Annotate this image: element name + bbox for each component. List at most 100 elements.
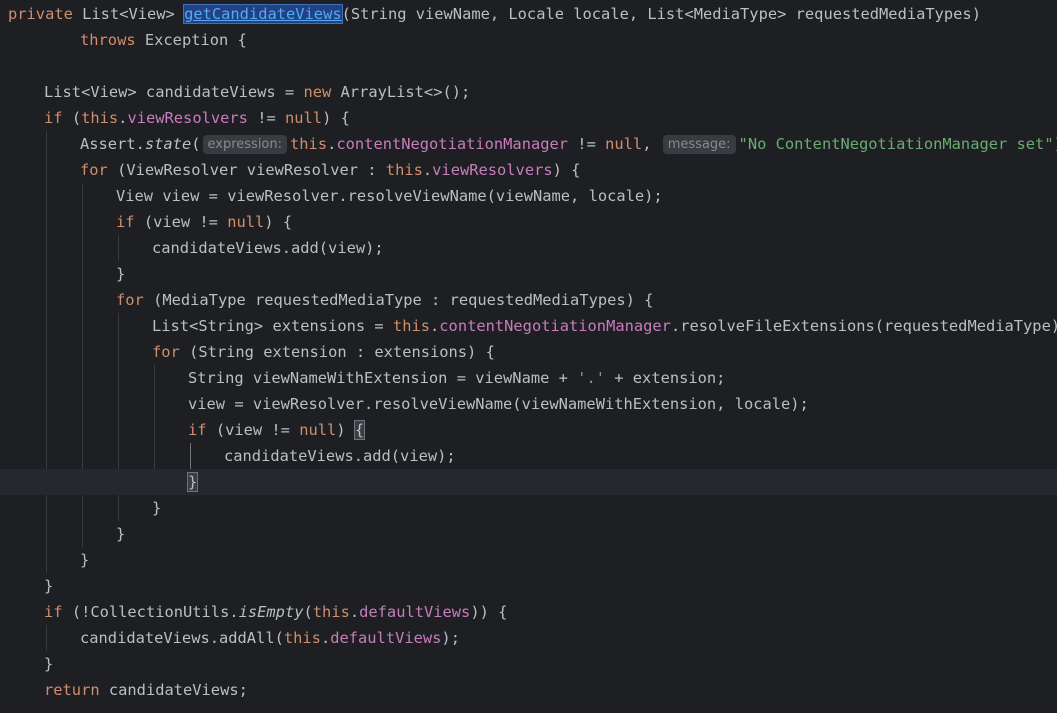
keyword[interactable]: for	[116, 291, 153, 309]
code-line[interactable]: }	[0, 651, 1057, 677]
code-line[interactable]: String viewNameWithExtension = viewName …	[0, 365, 1057, 391]
keyword[interactable]: null	[285, 109, 322, 127]
code-text[interactable]: ) {	[264, 213, 292, 231]
code-line[interactable]: candidateViews.addAll(this.defaultViews)…	[0, 625, 1057, 651]
keyword[interactable]: this	[313, 603, 350, 621]
keyword[interactable]: private	[8, 5, 82, 23]
static-method[interactable]: state	[145, 135, 191, 153]
keyword[interactable]: return	[44, 681, 109, 699]
code-text[interactable]: candidateViews.add(view);	[224, 447, 456, 465]
keyword[interactable]: this	[386, 161, 423, 179]
keyword[interactable]: if	[44, 109, 72, 127]
code-text[interactable]: view = viewResolver.resolveViewName(view…	[188, 395, 809, 413]
code-text[interactable]: }	[116, 265, 125, 283]
code-line[interactable]: }	[0, 495, 1057, 521]
code-text[interactable]: (ViewResolver viewResolver :	[117, 161, 386, 179]
code-text[interactable]: (view !=	[216, 421, 299, 439]
keyword[interactable]: new	[303, 83, 340, 101]
code-line[interactable]: private List<View> getCandidateViews(Str…	[0, 1, 1057, 27]
code-line[interactable]: Assert.state(expression: this.contentNego…	[0, 131, 1057, 157]
code-text[interactable]: Exception {	[145, 31, 247, 49]
code-text[interactable]: ) {	[322, 109, 350, 127]
keyword[interactable]: for	[152, 343, 189, 361]
code-text[interactable]: ,	[642, 135, 661, 153]
keyword[interactable]: this	[393, 317, 430, 335]
field-name[interactable]: viewResolvers	[127, 109, 247, 127]
code-text[interactable]: List<String> extensions =	[152, 317, 393, 335]
code-line[interactable]: if (!CollectionUtils.isEmpty(this.defaul…	[0, 599, 1057, 625]
field-name[interactable]: defaultViews	[330, 629, 441, 647]
matched-brace-open[interactable]: {	[353, 420, 366, 440]
code-line[interactable]: for (ViewResolver viewResolver : this.vi…	[0, 157, 1057, 183]
keyword[interactable]: null	[227, 213, 264, 231]
code-text[interactable]: .	[321, 629, 330, 647]
code-line[interactable]: }	[0, 547, 1057, 573]
code-text[interactable]: }	[80, 551, 89, 569]
code-editor[interactable]: private List<View> getCandidateViews(Str…	[0, 0, 1057, 713]
caret-line[interactable]: }	[0, 469, 1057, 495]
keyword[interactable]: null	[605, 135, 642, 153]
code-line[interactable]: view = viewResolver.resolveViewName(view…	[0, 391, 1057, 417]
code-text[interactable]: (	[72, 109, 81, 127]
code-text[interactable]: View view = viewResolver.resolveViewName…	[116, 187, 663, 205]
string-literal[interactable]: "No ContentNegotiationManager set"	[739, 135, 1054, 153]
code-text[interactable]: ArrayList<>();	[341, 83, 471, 101]
code-text[interactable]: String viewNameWithExtension = viewName …	[188, 369, 577, 387]
code-text[interactable]: + extension;	[605, 369, 725, 387]
code-line[interactable]: View view = viewResolver.resolveViewName…	[0, 183, 1057, 209]
code-text[interactable]: }	[152, 499, 161, 517]
code-text[interactable]: );	[441, 629, 460, 647]
code-text[interactable]: (	[191, 135, 200, 153]
code-line[interactable]: if (view != null) {	[0, 417, 1057, 443]
code-text[interactable]: (	[303, 603, 312, 621]
field-name[interactable]: viewResolvers	[432, 161, 552, 179]
keyword[interactable]: null	[299, 421, 336, 439]
code-line[interactable]: List<View> candidateViews = new ArrayLis…	[0, 79, 1057, 105]
string-literal[interactable]: '.'	[577, 369, 605, 387]
code-line[interactable]: throws Exception {	[0, 27, 1057, 53]
field-name[interactable]: contentNegotiationManager	[336, 135, 568, 153]
code-line[interactable]: candidateViews.add(view);	[0, 235, 1057, 261]
keyword[interactable]: this	[81, 109, 118, 127]
code-text[interactable]: .resolveFileExtensions(requestedMediaTyp…	[671, 317, 1057, 335]
code-text[interactable]: )) {	[470, 603, 507, 621]
keyword[interactable]: if	[44, 603, 72, 621]
code-line[interactable]: }	[0, 261, 1057, 287]
code-line[interactable]: return candidateViews;	[0, 677, 1057, 703]
code-line[interactable]: candidateViews.add(view);	[0, 443, 1057, 469]
code-line[interactable]: }	[0, 573, 1057, 599]
code-text[interactable]: !=	[568, 135, 605, 153]
keyword[interactable]: this	[284, 629, 321, 647]
code-text[interactable]: Assert.	[80, 135, 145, 153]
code-line[interactable]: List<String> extensions = this.contentNe…	[0, 313, 1057, 339]
code-text[interactable]: }	[44, 655, 53, 673]
keyword[interactable]: this	[290, 135, 327, 153]
field-name[interactable]: defaultViews	[359, 603, 470, 621]
code-line[interactable]: }	[0, 521, 1057, 547]
code-text[interactable]: .	[350, 603, 359, 621]
keyword[interactable]: throws	[80, 31, 145, 49]
keyword[interactable]: for	[80, 161, 117, 179]
code-text[interactable]: .	[430, 317, 439, 335]
field-name[interactable]: contentNegotiationManager	[439, 317, 671, 335]
code-text[interactable]: }	[44, 577, 53, 595]
keyword[interactable]: if	[116, 213, 144, 231]
code-text[interactable]: .	[423, 161, 432, 179]
code-line[interactable]: for (MediaType requestedMediaType : requ…	[0, 287, 1057, 313]
code-text[interactable]: List<View> candidateViews =	[44, 83, 303, 101]
static-method[interactable]: isEmpty	[239, 603, 304, 621]
keyword[interactable]: if	[188, 421, 216, 439]
code-text[interactable]: candidateViews.addAll(	[80, 629, 284, 647]
code-line[interactable]: for (String extension : extensions) {	[0, 339, 1057, 365]
code-line[interactable]: if (view != null) {	[0, 209, 1057, 235]
code-text[interactable]: )	[336, 421, 355, 439]
code-line[interactable]	[0, 53, 1057, 79]
code-text[interactable]: List<View>	[82, 5, 184, 23]
code-text[interactable]: (MediaType requestedMediaType : requeste…	[153, 291, 653, 309]
code-text[interactable]: candidateViews;	[109, 681, 248, 699]
matched-brace-close[interactable]: }	[186, 472, 199, 492]
code-text[interactable]: candidateViews.add(view);	[152, 239, 384, 257]
code-line[interactable]: if (this.viewResolvers != null) {	[0, 105, 1057, 131]
code-text[interactable]: ) {	[553, 161, 581, 179]
code-text[interactable]: !=	[248, 109, 285, 127]
